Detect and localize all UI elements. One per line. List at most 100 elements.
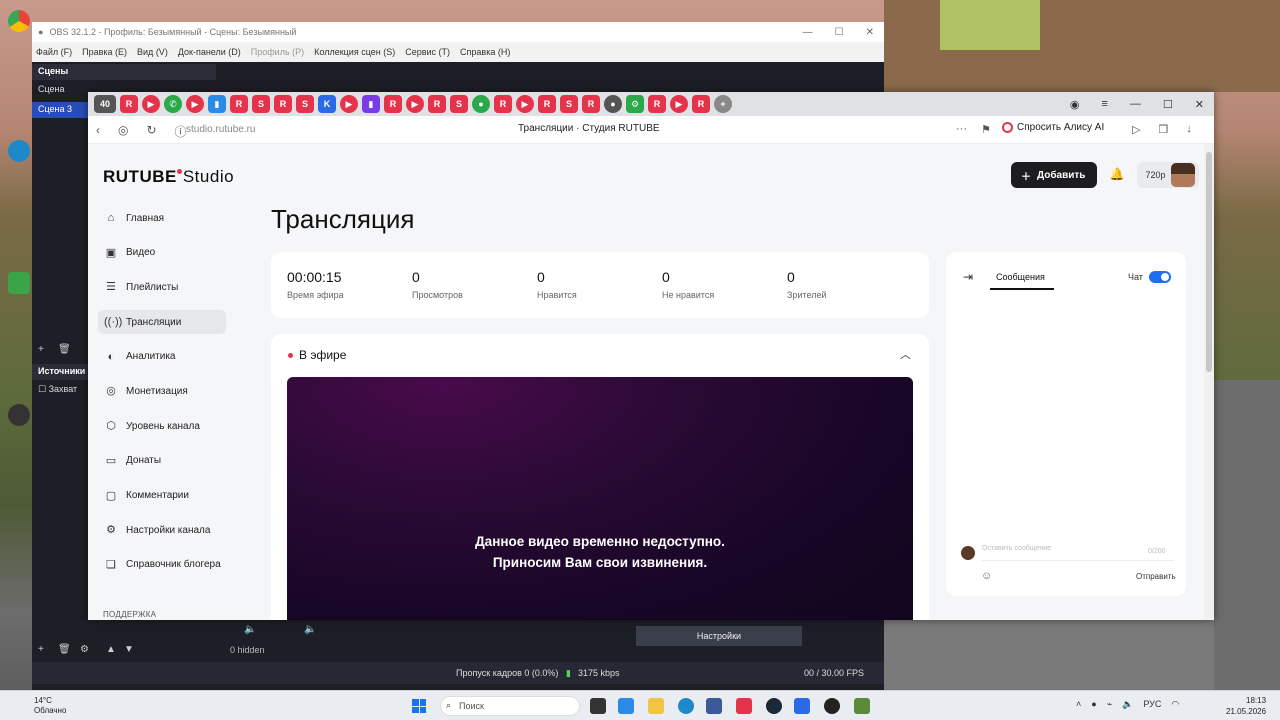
obs-desktop-icon[interactable] xyxy=(4,404,34,428)
send-button[interactable]: Отправить xyxy=(1136,572,1176,581)
mixer-volume-icon[interactable]: 🔈 xyxy=(304,624,316,635)
back-icon[interactable]: ‹ xyxy=(96,123,100,140)
menu-edit[interactable]: Правка (E) xyxy=(82,47,127,57)
sidebar-item-donations[interactable]: ▭ Донаты xyxy=(98,449,226,473)
wifi-icon[interactable]: ◠ xyxy=(1171,699,1179,710)
menu-icon[interactable]: ≡ xyxy=(1101,98,1107,110)
tab-item[interactable]: ● xyxy=(604,95,622,113)
page-scrollbar[interactable] xyxy=(1204,144,1214,620)
tab-item[interactable]: S xyxy=(560,95,578,113)
sidebar-item-analytics[interactable]: ◐ Аналитика xyxy=(98,345,226,369)
taskbar-app-photos[interactable] xyxy=(618,698,634,714)
collections-icon[interactable]: ❐ xyxy=(1158,123,1168,136)
new-tab-icon[interactable]: + xyxy=(714,95,732,113)
app-desktop-icon[interactable] xyxy=(4,272,34,296)
start-button[interactable] xyxy=(412,699,426,713)
menu-help[interactable]: Справка (H) xyxy=(460,47,510,57)
tab-item[interactable]: R xyxy=(692,95,710,113)
remove-scene-icon[interactable]: 🗑 xyxy=(58,344,71,355)
taskbar-app-yandex[interactable] xyxy=(736,698,752,714)
minimize-icon[interactable]: — xyxy=(803,27,813,38)
obs-settings-button[interactable]: Настройки xyxy=(636,626,802,646)
clock[interactable]: 18:13 21.05.2026 xyxy=(1226,695,1266,717)
menu-docks[interactable]: Док-панели (D) xyxy=(178,47,241,57)
sidebar-item-broadcasts[interactable]: ((·)) Трансляции xyxy=(98,310,226,335)
menu-profile[interactable]: Профиль (P) xyxy=(251,47,304,57)
taskbar-app-minecraft[interactable] xyxy=(854,698,870,714)
reader-icon[interactable]: ▷ xyxy=(1132,123,1140,136)
minimize-icon[interactable]: — xyxy=(1130,98,1141,110)
emoji-icon[interactable]: ☺ xyxy=(981,570,992,582)
menu-file[interactable]: Файл (F) xyxy=(36,47,72,57)
tab-item[interactable]: ▶ xyxy=(142,95,160,113)
tab-item[interactable]: R xyxy=(120,95,138,113)
maximize-icon[interactable]: ☐ xyxy=(835,27,844,38)
tab-item[interactable]: ✆ xyxy=(164,95,182,113)
sidebar-item-video[interactable]: ▣ Видео xyxy=(98,241,226,265)
video-player[interactable]: Данное видео временно недоступно. Принос… xyxy=(287,377,913,620)
tab-item[interactable]: ▶ xyxy=(516,95,534,113)
tab-item[interactable]: R xyxy=(274,95,292,113)
notifications-bell-icon[interactable]: 🔔 xyxy=(1109,167,1125,183)
tab-item[interactable]: R xyxy=(230,95,248,113)
scene-item[interactable]: Сцена xyxy=(32,82,88,98)
taskbar-app-steam[interactable] xyxy=(766,698,782,714)
bookmark-icon[interactable]: ⚑ xyxy=(981,123,991,136)
move-down-icon[interactable]: ▼ xyxy=(124,644,134,655)
add-scene-icon[interactable]: + xyxy=(38,344,44,355)
close-icon[interactable]: ✕ xyxy=(866,27,874,38)
add-source-icon[interactable]: + xyxy=(38,644,44,655)
message-input[interactable]: Оставить сообщение xyxy=(982,545,1174,561)
tab-item[interactable]: ▮ xyxy=(208,95,226,113)
sidebar-item-comments[interactable]: ▢ Комментарии xyxy=(98,484,226,508)
taskbar-app-explorer[interactable] xyxy=(648,698,664,714)
chat-toggle[interactable] xyxy=(1149,271,1171,283)
source-item[interactable]: ☐ Захват xyxy=(38,384,77,395)
more-icon[interactable]: ··· xyxy=(956,123,967,136)
taskbar-app-obs[interactable] xyxy=(824,698,840,714)
menu-view[interactable]: Вид (V) xyxy=(137,47,168,57)
network-icon[interactable]: ⌁ xyxy=(1107,699,1112,710)
taskbar-search[interactable]: ⌕ Поиск xyxy=(440,696,580,716)
tab-item[interactable]: ▮ xyxy=(362,95,380,113)
volume-icon[interactable]: 🔈 xyxy=(1122,699,1133,710)
tab-messages[interactable]: Сообщения xyxy=(996,272,1045,282)
tab-item[interactable]: K xyxy=(318,95,336,113)
add-button[interactable]: ＋ Добавить xyxy=(1011,162,1098,188)
sidebar-item-channel-settings[interactable]: ⚙ Настройки канала xyxy=(98,518,226,542)
sidebar-item-monetization[interactable]: ◎ Монетизация xyxy=(98,379,226,403)
tab-item[interactable]: ▶ xyxy=(340,95,358,113)
sidebar-item-home[interactable]: ⌂ Главная xyxy=(98,206,226,230)
sidebar-item-channel-level[interactable]: ⬡ Уровень канала xyxy=(98,414,226,438)
download-icon[interactable]: ↓ xyxy=(1186,123,1192,136)
tab-item[interactable]: R xyxy=(494,95,512,113)
collapse-chat-icon[interactable]: ⇥ xyxy=(963,270,973,284)
taskbar-app-taskview[interactable] xyxy=(590,698,606,714)
tab-item[interactable]: ▶ xyxy=(186,95,204,113)
tab-item[interactable]: R xyxy=(582,95,600,113)
menu-scene-collection[interactable]: Коллекция сцен (S) xyxy=(314,47,395,57)
tab-active-badge[interactable]: 40 xyxy=(94,95,116,113)
sidebar-item-blogger-guide[interactable]: ❏ Справочник блогера xyxy=(98,553,226,577)
remove-source-icon[interactable]: 🗑 xyxy=(58,644,71,655)
source-settings-icon[interactable]: ⚙ xyxy=(80,644,89,655)
sidebar-item-playlists[interactable]: ☰ Плейлисты xyxy=(98,275,226,299)
tab-item[interactable]: ▶ xyxy=(406,95,424,113)
edge-desktop-icon[interactable] xyxy=(4,140,34,164)
tab-item[interactable]: S xyxy=(296,95,314,113)
taskbar-app-generic[interactable] xyxy=(794,698,810,714)
tab-item[interactable]: ● xyxy=(472,95,490,113)
chevron-up-icon[interactable]: ︿ xyxy=(900,346,911,362)
tab-item[interactable]: ⚙ xyxy=(626,95,644,113)
tab-item[interactable]: ▶ xyxy=(670,95,688,113)
reload-icon[interactable]: ↻ xyxy=(146,123,156,140)
support-link[interactable]: ПОДДЕРЖКА xyxy=(103,610,156,619)
tab-item[interactable]: S xyxy=(450,95,468,113)
weather-widget[interactable]: 14°C Облачно xyxy=(34,696,66,716)
quality-selector[interactable]: 720p xyxy=(1137,162,1200,188)
yandex-icon[interactable]: ◎ xyxy=(118,123,128,140)
chrome-desktop-icon[interactable] xyxy=(4,10,34,34)
alisa-button[interactable]: Спросить Алису AI xyxy=(1002,122,1104,133)
scrollbar-thumb[interactable] xyxy=(1206,152,1212,372)
scene-item-active[interactable]: Сцена 3 xyxy=(32,102,88,118)
